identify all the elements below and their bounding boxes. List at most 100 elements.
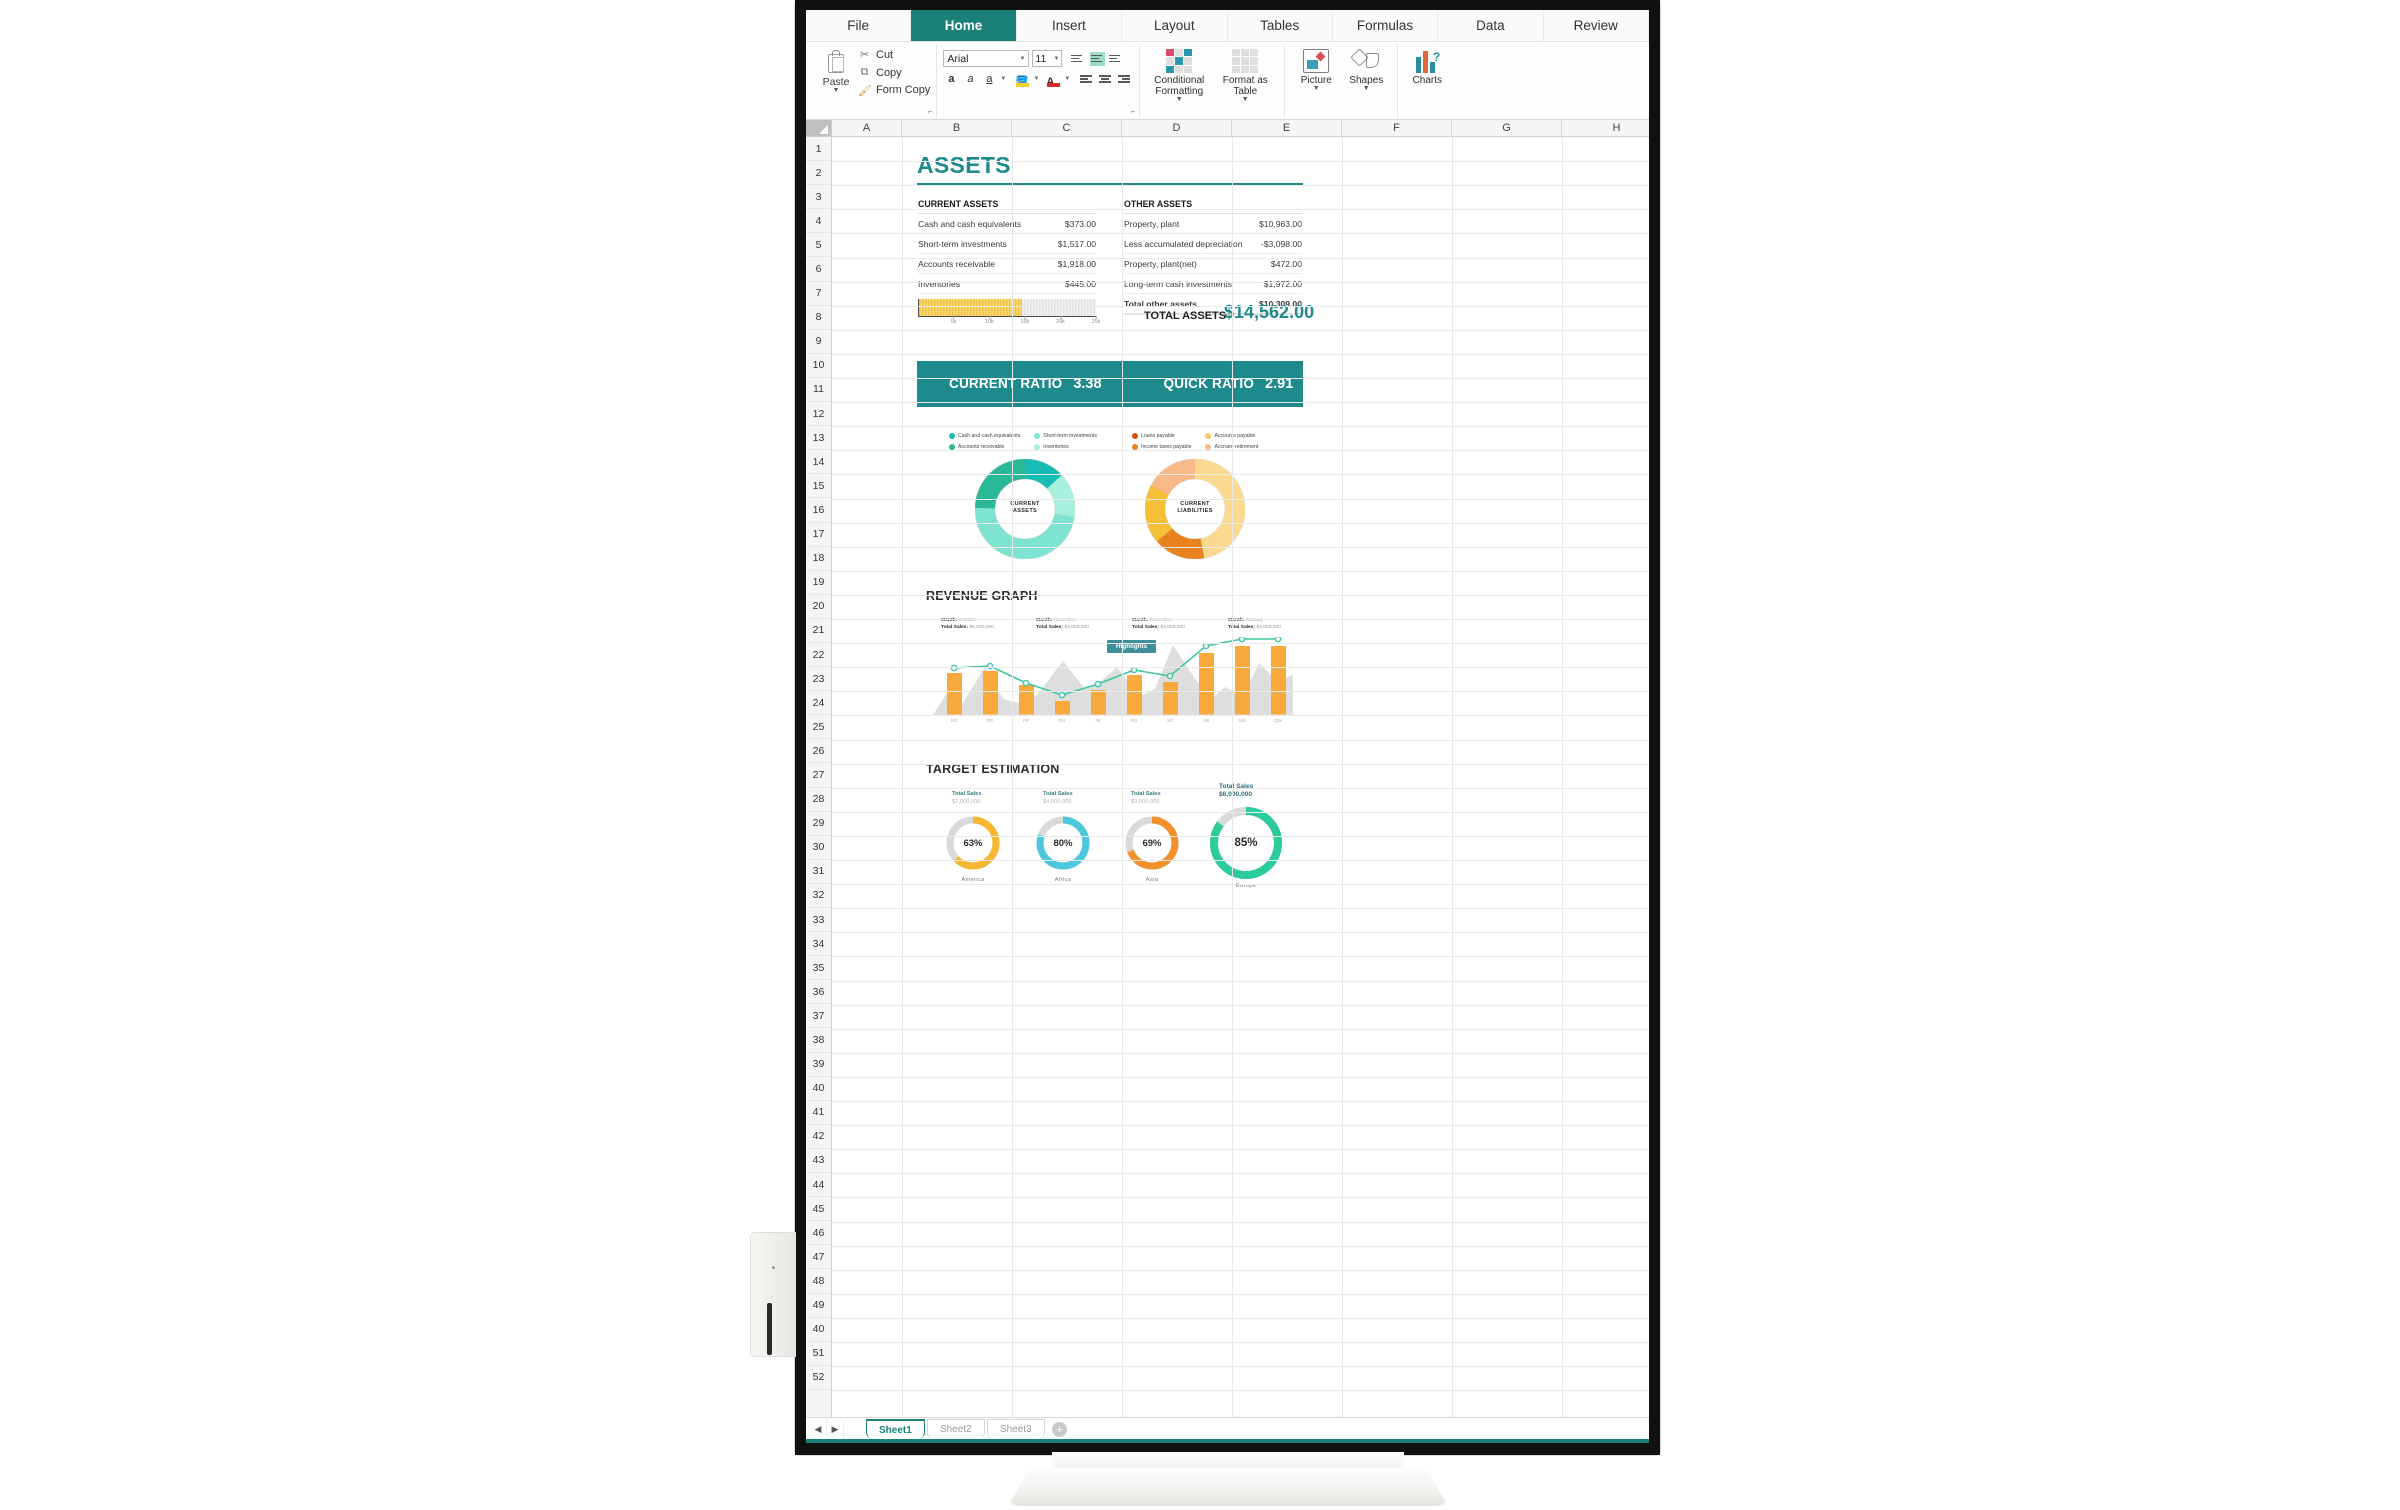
paste-button[interactable]: Paste ▼ (816, 46, 856, 94)
row-header-34[interactable]: 34 (806, 932, 831, 957)
chevron-down-icon[interactable]: ▼ (1313, 85, 1320, 92)
chevron-down-icon[interactable]: ▼ (1000, 76, 1006, 82)
row-header-27[interactable]: 27 (806, 763, 831, 788)
row-header-24[interactable]: 24 (806, 691, 831, 716)
monitor-joystick-button[interactable] (750, 1232, 796, 1357)
chevron-down-icon[interactable]: ▼ (1242, 96, 1249, 103)
row-header-31[interactable]: 31 (806, 859, 831, 884)
bold-button[interactable]: a (943, 71, 959, 87)
align-bottom-button[interactable] (1109, 52, 1124, 66)
row-header-44[interactable]: 44 (806, 1173, 831, 1198)
align-center-button[interactable] (1099, 72, 1114, 86)
row-header-52[interactable]: 52 (806, 1365, 831, 1390)
ribbon-tab-tables[interactable]: Tables (1228, 10, 1333, 41)
copy-button[interactable]: ⧉ Copy (858, 64, 930, 81)
font-color-icon[interactable]: A (1046, 72, 1061, 88)
row-header-15[interactable]: 15 (806, 474, 831, 499)
chevron-down-icon[interactable]: ▼ (1064, 76, 1070, 82)
ribbon-tab-layout[interactable]: Layout (1122, 10, 1228, 41)
row-header-39[interactable]: 39 (806, 1052, 831, 1077)
row-header-25[interactable]: 25 (806, 715, 831, 740)
chevron-down-icon[interactable]: ▼ (1033, 76, 1039, 82)
row-header-29[interactable]: 29 (806, 811, 831, 836)
row-header-37[interactable]: 37 (806, 1004, 831, 1029)
row-header-4[interactable]: 4 (806, 209, 831, 234)
fill-color-icon[interactable]: 🪣 (1015, 72, 1030, 88)
row-header-28[interactable]: 28 (806, 787, 831, 812)
row-header-2[interactable]: 2 (806, 161, 831, 186)
row-header-1[interactable]: 1 (806, 137, 831, 162)
chevron-right-icon[interactable]: ▶ (827, 1419, 844, 1439)
row-header-16[interactable]: 16 (806, 498, 831, 523)
ribbon-tab-insert[interactable]: Insert (1017, 10, 1123, 41)
row-header-26[interactable]: 26 (806, 739, 831, 764)
row-header-23[interactable]: 23 (806, 667, 831, 692)
font-family-select[interactable]: Arial ▼ (943, 50, 1030, 67)
sheet-tab-sheet2[interactable]: Sheet2 (926, 1419, 985, 1439)
row-header-5[interactable]: 5 (806, 233, 831, 258)
chevron-down-icon[interactable]: ▼ (1176, 96, 1183, 103)
row-header-43[interactable]: 43 (806, 1148, 831, 1174)
format-as-table-button[interactable]: Format as Table ▼ (1212, 46, 1278, 103)
grid-cells[interactable]: ASSETS CURRENT ASSETS Cash and cash equi… (832, 137, 1649, 1417)
column-header-E[interactable]: E (1232, 120, 1342, 136)
row-header-33[interactable]: 33 (806, 908, 831, 933)
row-header-40[interactable]: 40 (806, 1317, 831, 1342)
ribbon-tab-formulas[interactable]: Formulas (1333, 10, 1439, 41)
row-header-35[interactable]: 35 (806, 956, 831, 981)
row-header-11[interactable]: 11 (806, 377, 831, 403)
row-header-3[interactable]: 3 (806, 185, 831, 210)
sheet-tab-sheet3[interactable]: Sheet3 (986, 1419, 1045, 1439)
row-header-49[interactable]: 49 (806, 1293, 831, 1318)
ribbon-tab-data[interactable]: Data (1438, 10, 1544, 41)
row-header-14[interactable]: 14 (806, 450, 831, 475)
column-header-B[interactable]: B (902, 120, 1012, 136)
charts-button[interactable]: ? Charts (1404, 46, 1450, 86)
column-header-C[interactable]: C (1012, 120, 1122, 136)
chevron-down-icon[interactable]: ▼ (1363, 85, 1370, 92)
row-header-7[interactable]: 7 (806, 281, 831, 306)
sheet-tab-sheet1[interactable]: Sheet1 (866, 1419, 925, 1439)
underline-button[interactable]: a (981, 71, 997, 87)
align-right-button[interactable] (1118, 72, 1133, 86)
ribbon-tab-home[interactable]: Home (911, 10, 1017, 41)
row-header-42[interactable]: 42 (806, 1124, 831, 1149)
row-header-36[interactable]: 36 (806, 980, 831, 1005)
row-header-10[interactable]: 10 (806, 353, 831, 378)
row-header-17[interactable]: 17 (806, 522, 831, 547)
form-copy-button[interactable]: 🖌 Form Copy (858, 82, 930, 99)
align-middle-button[interactable] (1090, 51, 1106, 66)
conditional-formatting-button[interactable]: Conditional Formatting ▼ (1146, 46, 1212, 103)
align-top-button[interactable] (1071, 52, 1086, 66)
row-header-51[interactable]: 51 (806, 1341, 831, 1366)
row-header-21[interactable]: 21 (806, 618, 831, 643)
shapes-button[interactable]: Shapes ▼ (1341, 46, 1391, 92)
column-header-F[interactable]: F (1342, 120, 1452, 136)
row-header-6[interactable]: 6 (806, 257, 831, 282)
cut-button[interactable]: ✂ Cut (858, 46, 930, 63)
ribbon-tab-review[interactable]: Review (1544, 10, 1649, 41)
row-header-18[interactable]: 18 (806, 546, 831, 571)
row-header-20[interactable]: 20 (806, 594, 831, 619)
column-header-G[interactable]: G (1452, 120, 1562, 136)
row-header-46[interactable]: 46 (806, 1221, 831, 1246)
clipboard-dialog-launcher[interactable]: ⌐ (928, 107, 933, 116)
row-header-12[interactable]: 12 (806, 402, 831, 427)
row-header-19[interactable]: 19 (806, 570, 831, 595)
chevron-down-icon[interactable]: ▼ (833, 87, 840, 94)
row-header-41[interactable]: 41 (806, 1100, 831, 1125)
column-header-D[interactable]: D (1122, 120, 1232, 136)
chevron-left-icon[interactable]: ◀ (810, 1419, 827, 1439)
row-header-13[interactable]: 13 (806, 426, 831, 451)
select-all-corner[interactable] (806, 120, 832, 136)
picture-button[interactable]: Picture ▼ (1291, 46, 1341, 92)
row-header-40[interactable]: 40 (806, 1076, 831, 1101)
plus-icon[interactable]: + (1051, 1422, 1067, 1437)
row-header-30[interactable]: 30 (806, 835, 831, 860)
row-header-48[interactable]: 48 (806, 1269, 831, 1294)
row-header-47[interactable]: 47 (806, 1245, 831, 1270)
row-header-38[interactable]: 38 (806, 1028, 831, 1053)
font-size-select[interactable]: 11 ▼ (1032, 50, 1063, 67)
row-header-45[interactable]: 45 (806, 1197, 831, 1222)
align-left-button[interactable] (1080, 72, 1095, 86)
